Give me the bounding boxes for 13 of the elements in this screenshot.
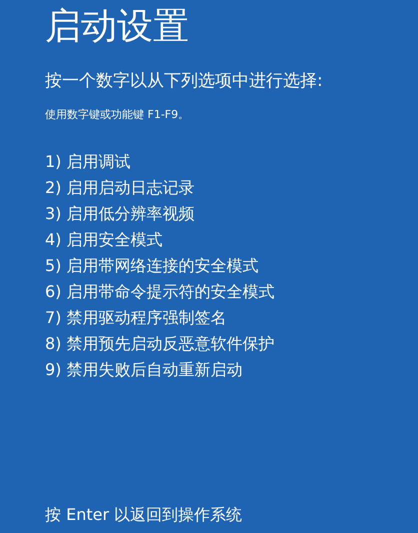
startup-option[interactable]: 3) 启用低分辨率视频 <box>45 204 195 224</box>
screen-title: 启动设置 <box>45 6 189 48</box>
startup-option[interactable]: 6) 启用带命令提示符的安全模式 <box>45 282 275 302</box>
startup-option[interactable]: 8) 禁用预先启动反恶意软件保护 <box>45 334 275 354</box>
startup-option[interactable]: 5) 启用带网络连接的安全模式 <box>45 256 259 276</box>
startup-option[interactable]: 2) 启用启动日志记录 <box>45 178 195 198</box>
instruction-text: 按一个数字以从下列选项中进行选择: <box>45 70 323 92</box>
hint-text: 使用数字键或功能键 F1-F9。 <box>45 108 190 122</box>
startup-option[interactable]: 9) 禁用失败后自动重新启动 <box>45 360 243 380</box>
startup-option[interactable]: 7) 禁用驱动程序强制签名 <box>45 308 227 328</box>
footer-text: 按 Enter 以返回到操作系统 <box>45 505 242 525</box>
startup-option[interactable]: 1) 启用调试 <box>45 152 131 172</box>
startup-option[interactable]: 4) 启用安全模式 <box>45 230 163 250</box>
